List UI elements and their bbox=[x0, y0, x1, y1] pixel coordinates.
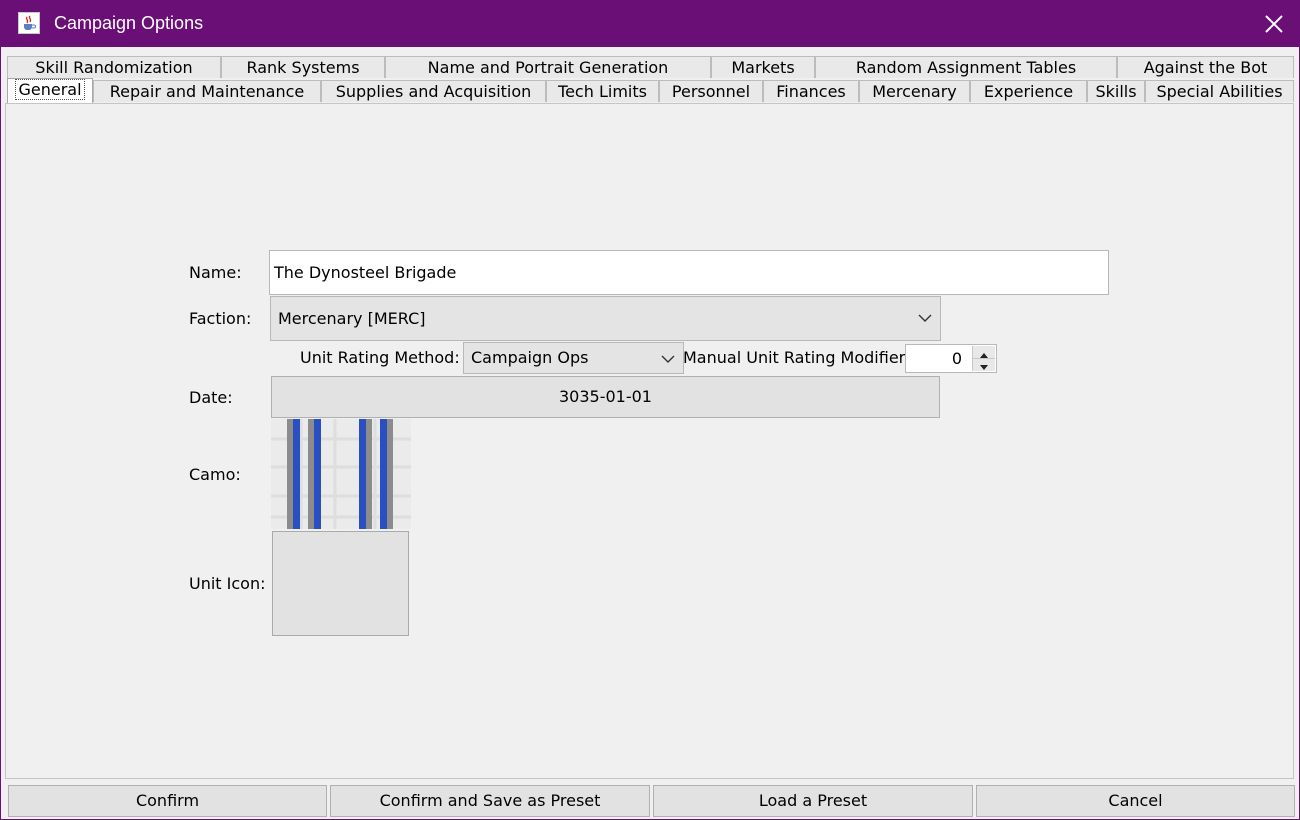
tab-general[interactable]: General bbox=[7, 78, 93, 103]
tab-skills[interactable]: Skills bbox=[1087, 80, 1145, 102]
name-input-value: The Dynosteel Brigade bbox=[274, 263, 457, 282]
tab-name-portrait-generation[interactable]: Name and Portrait Generation bbox=[385, 56, 711, 78]
confirm-button[interactable]: Confirm bbox=[8, 785, 327, 817]
tab-markets[interactable]: Markets bbox=[711, 56, 815, 78]
camo-button[interactable] bbox=[271, 419, 411, 529]
tab-against-the-bot[interactable]: Against the Bot bbox=[1117, 56, 1294, 78]
name-label: Name: bbox=[189, 263, 242, 282]
close-button[interactable] bbox=[1257, 9, 1291, 39]
faction-dropdown[interactable]: Mercenary [MERC] bbox=[270, 296, 941, 341]
camo-label: Camo: bbox=[189, 465, 241, 484]
tab-mercenary[interactable]: Mercenary bbox=[859, 80, 970, 102]
tab-general-label: General bbox=[15, 79, 85, 100]
title-bar[interactable]: Campaign Options bbox=[1, 1, 1299, 47]
tab-experience[interactable]: Experience bbox=[970, 80, 1087, 102]
unit-rating-dropdown[interactable]: Campaign Ops bbox=[463, 342, 684, 374]
tab-random-assignment-tables[interactable]: Random Assignment Tables bbox=[815, 56, 1117, 78]
chevron-down-icon bbox=[918, 314, 932, 322]
unit-rating-label: Unit Rating Method: bbox=[300, 348, 460, 367]
faction-label: Faction: bbox=[189, 309, 252, 328]
unit-rating-value: Campaign Ops bbox=[471, 348, 589, 367]
load-preset-button[interactable]: Load a Preset bbox=[653, 785, 973, 817]
java-coffee-icon bbox=[18, 12, 40, 34]
general-panel bbox=[5, 103, 1294, 779]
faction-value: Mercenary [MERC] bbox=[278, 309, 426, 328]
spinner-down-button[interactable] bbox=[973, 359, 995, 371]
tab-finances[interactable]: Finances bbox=[763, 80, 859, 102]
tab-skill-randomization[interactable]: Skill Randomization bbox=[7, 56, 221, 78]
tab-personnel[interactable]: Personnel bbox=[659, 80, 763, 102]
campaign-options-window: Campaign Options Skill Randomization Ran… bbox=[0, 0, 1300, 820]
unit-icon-label: Unit Icon: bbox=[189, 574, 266, 593]
spinner-up-button[interactable] bbox=[973, 346, 995, 359]
manual-modifier-spinner[interactable]: 0 bbox=[905, 344, 997, 373]
chevron-down-icon bbox=[661, 355, 675, 363]
triangle-down-icon bbox=[980, 365, 988, 370]
cancel-button[interactable]: Cancel bbox=[976, 785, 1295, 817]
name-input[interactable]: The Dynosteel Brigade bbox=[269, 250, 1109, 295]
tab-supplies-acquisition[interactable]: Supplies and Acquisition bbox=[321, 80, 546, 102]
confirm-save-preset-button[interactable]: Confirm and Save as Preset bbox=[330, 785, 650, 817]
tab-rank-systems[interactable]: Rank Systems bbox=[221, 56, 385, 78]
manual-modifier-label: Manual Unit Rating Modifier bbox=[683, 348, 906, 367]
unit-icon-button[interactable] bbox=[272, 531, 409, 636]
camo-pattern-image bbox=[271, 419, 411, 529]
window-title: Campaign Options bbox=[54, 13, 204, 33]
close-icon bbox=[1265, 15, 1283, 33]
tab-repair-maintenance[interactable]: Repair and Maintenance bbox=[93, 80, 321, 102]
tab-tech-limits[interactable]: Tech Limits bbox=[546, 80, 659, 102]
manual-modifier-value: 0 bbox=[951, 349, 962, 368]
date-button[interactable]: 3035-01-01 bbox=[271, 376, 940, 418]
tab-special-abilities[interactable]: Special Abilities bbox=[1145, 80, 1294, 102]
date-label: Date: bbox=[189, 388, 233, 407]
